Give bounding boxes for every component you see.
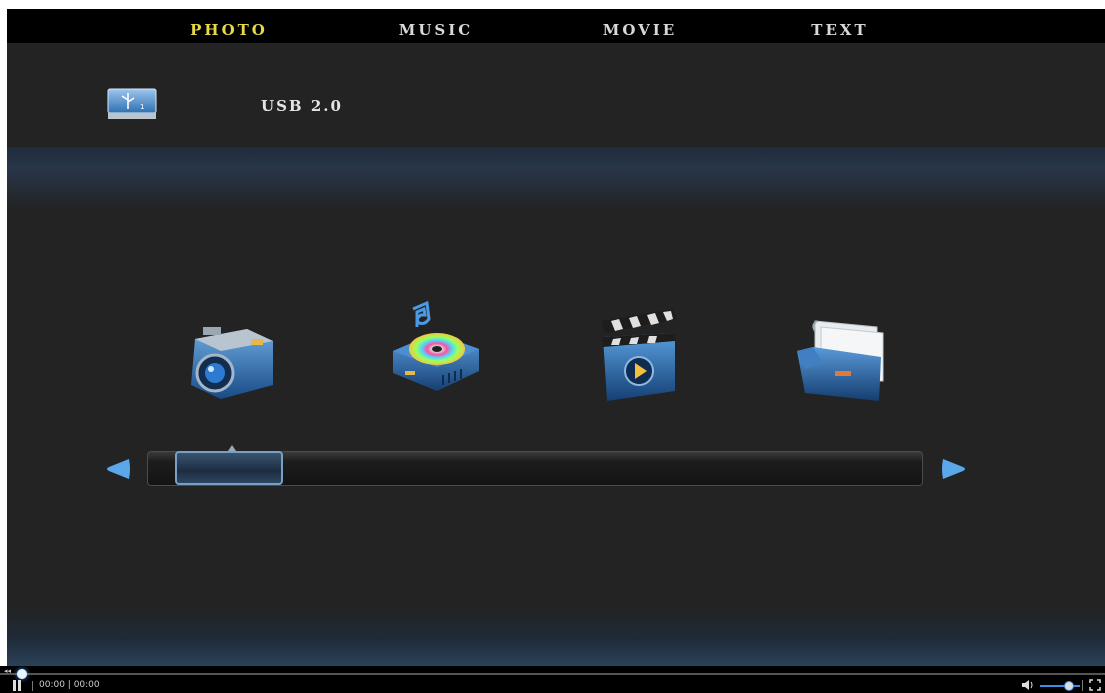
category-movie[interactable]: MOVIE [575, 21, 705, 39]
volume-slider[interactable] [1040, 685, 1080, 687]
music-disc-icon[interactable] [387, 301, 483, 395]
timecode: 00:00 | 00:00 [39, 680, 100, 690]
volume-icon[interactable] [1022, 679, 1036, 691]
clapperboard-icon[interactable] [597, 307, 683, 403]
pause-icon[interactable] [13, 680, 22, 691]
document-folder-icon[interactable] [793, 317, 889, 405]
next-arrow-icon[interactable] [941, 457, 967, 481]
selection-caret [228, 445, 236, 451]
divider [32, 681, 33, 691]
usb-source-label: USB 2.0 [261, 97, 343, 115]
player-controls: ◂◂ 00:00 | 00:00 [0, 666, 1105, 693]
divider [1082, 680, 1083, 691]
fullscreen-icon[interactable] [1089, 679, 1101, 691]
previous-arrow-icon[interactable] [105, 457, 131, 481]
tv-media-menu: 1 USB 2.0 PHOTO MUSIC MOVIE TEXT [7, 9, 1105, 666]
progress-knob[interactable] [17, 669, 27, 679]
rewind-icon[interactable]: ◂◂ [4, 667, 11, 675]
category-photo[interactable]: PHOTO [164, 21, 294, 39]
usb-drive-icon: 1 [107, 88, 157, 119]
top-light-band [7, 147, 1105, 209]
selection-highlight [175, 451, 283, 485]
bottom-light-band [7, 607, 1105, 666]
progress-bar[interactable] [0, 673, 1105, 675]
category-text[interactable]: TEXT [775, 21, 905, 39]
camera-icon[interactable] [185, 319, 277, 401]
svg-text:1: 1 [140, 103, 144, 111]
category-music[interactable]: MUSIC [371, 21, 501, 39]
volume-knob[interactable] [1064, 681, 1074, 691]
